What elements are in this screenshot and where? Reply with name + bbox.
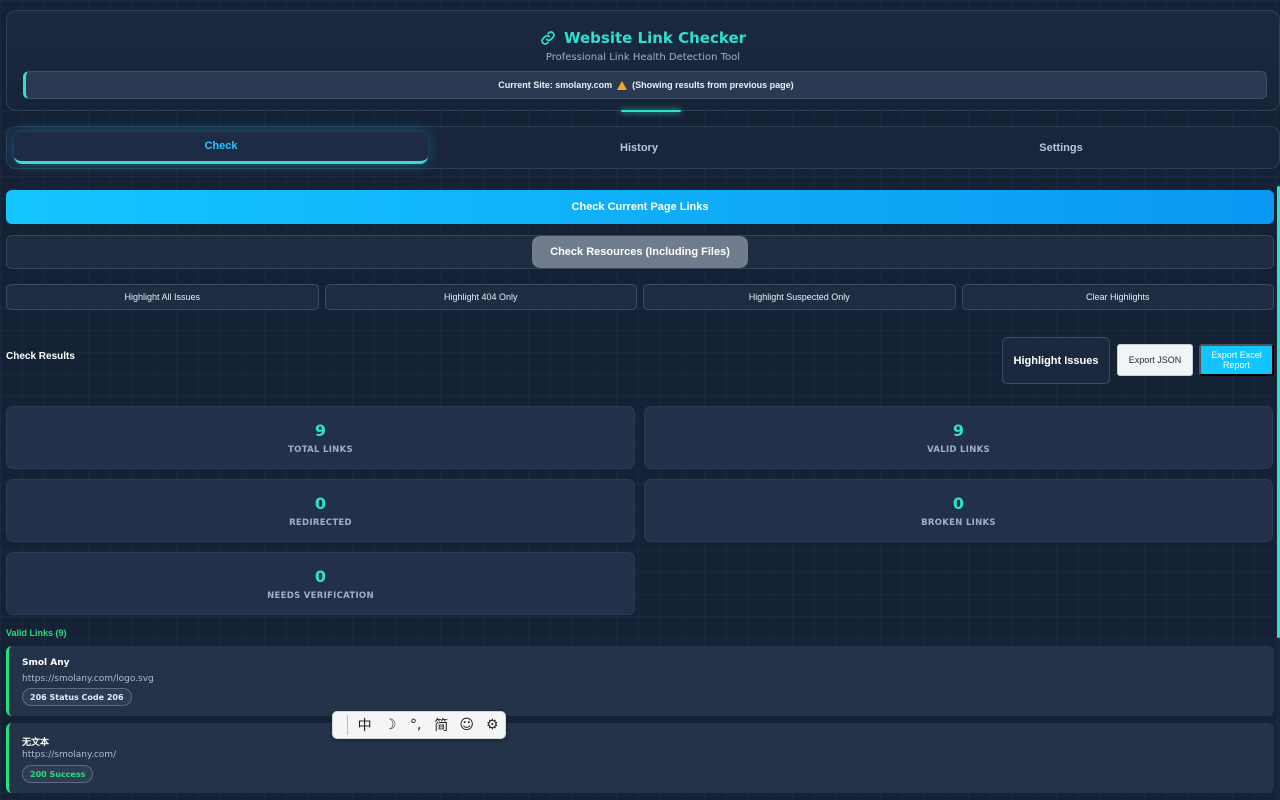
title-row: Website Link Checker [7,29,1279,47]
app-header: Website Link Checker Professional Link H… [6,10,1280,112]
ime-drag-handle[interactable] [338,715,348,735]
tab-bar: Check History Settings [6,126,1280,169]
status-badge: 200 Success [22,765,94,783]
app-subtitle: Professional Link Health Detection Tool [545,52,741,63]
link-url: https://smolany.com/logo.svg [22,674,154,684]
stat-redirected: 0 REDIRECTED [6,479,635,542]
warning-icon [617,80,628,90]
current-site-note: (Showing results from previous page) [632,80,794,90]
export-json-button[interactable]: Export JSON [1117,344,1193,376]
tab-history[interactable]: History [428,132,850,164]
check-page-links-button[interactable]: Check Current Page Links [6,190,1274,224]
header-glow-divider [621,110,681,112]
link-name: 无文本 [22,738,50,748]
current-site-label: Current Site: smolany.com [498,80,613,90]
valid-links-title: Valid Links (9) [6,628,67,638]
list-item[interactable]: 无文本 https://smolany.com/ 200 Success [6,723,1274,793]
stat-value: 0 [314,493,327,513]
stat-label: REDIRECTED [289,517,352,528]
current-site-bar: Current Site: smolany.com (Showing resul… [23,71,1267,99]
stat-broken-links: 0 BROKEN LINKS [644,479,1273,542]
chinese-mode-icon[interactable]: 中 [352,713,378,737]
stat-value: 0 [952,493,965,513]
app-title: Website Link Checker [563,29,747,47]
simplified-icon[interactable]: 简 [428,713,454,737]
stat-value: 0 [314,566,327,586]
tab-check[interactable]: Check [14,131,428,164]
tab-settings[interactable]: Settings [850,132,1272,164]
link-name: Smol Any [22,658,70,668]
gear-icon[interactable]: ⚙ [480,713,506,737]
highlight-suspected-button[interactable]: Highlight Suspected Only [643,284,956,310]
ime-toolbar: 中 ☽ °, 简 ☺ ⚙ [332,711,506,739]
clear-highlights-button[interactable]: Clear Highlights [961,284,1274,310]
stat-value: 9 [314,420,327,440]
link-url: https://smolany.com/ [22,750,117,760]
stat-label: VALID LINKS [927,444,990,455]
stat-valid-links: 9 VALID LINKS [644,406,1273,469]
highlight-all-issues-button[interactable]: Highlight All Issues [6,284,319,310]
status-badge: 206 Status Code 206 [22,688,132,706]
stat-total-links: 9 TOTAL LINKS [6,406,635,469]
list-item[interactable]: Smol Any https://smolany.com/logo.svg 20… [6,646,1274,716]
stat-needs-verification: 0 NEEDS VERIFICATION [6,552,635,615]
stat-label: TOTAL LINKS [288,444,353,455]
highlight-controls: Highlight All Issues Highlight 404 Only … [6,284,1274,310]
punctuation-icon[interactable]: °, [403,713,429,737]
export-excel-button[interactable]: Export Excel Report [1199,344,1274,376]
stat-label: NEEDS VERIFICATION [267,590,374,601]
emoji-icon[interactable]: ☺ [454,713,480,737]
check-resources-label: Check Resources (Including Files) [532,236,748,268]
stat-value: 9 [952,420,965,440]
moon-icon[interactable]: ☽ [377,713,403,737]
check-results-title: Check Results [6,351,75,362]
check-resources-button[interactable]: Check Resources (Including Files) [6,235,1274,269]
highlight-404-button[interactable]: Highlight 404 Only [324,284,637,310]
stat-label: BROKEN LINKS [921,517,996,528]
link-icon [541,31,555,45]
highlight-issues-button[interactable]: Highlight Issues [1002,337,1110,384]
